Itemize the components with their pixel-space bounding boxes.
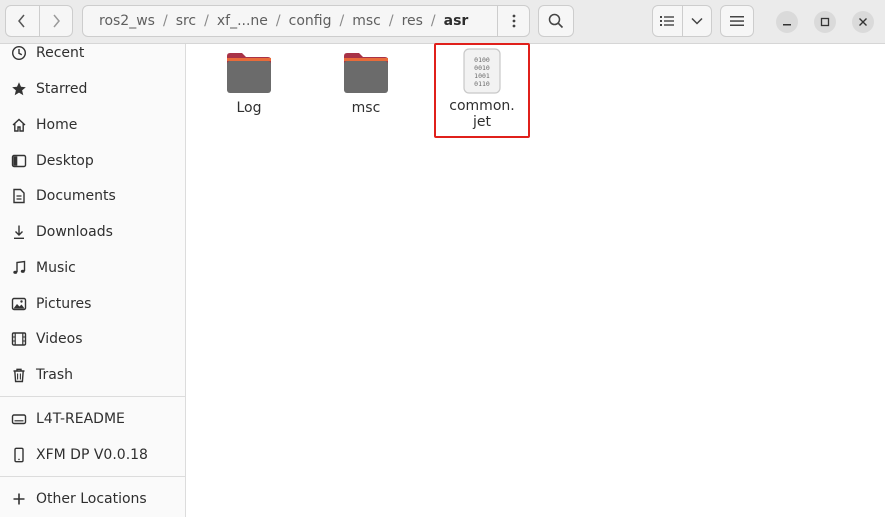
folder-icon bbox=[224, 50, 274, 96]
maximize-icon bbox=[820, 17, 830, 27]
view-options bbox=[652, 5, 712, 37]
chevron-right-icon bbox=[53, 14, 60, 28]
list-view-button[interactable] bbox=[653, 6, 682, 36]
file-item-common-jet[interactable]: 0100 0010 1001 0110 common. jet bbox=[436, 48, 528, 130]
folder-item-log[interactable]: Log bbox=[203, 50, 295, 116]
file-name: msc bbox=[351, 100, 381, 116]
search-button[interactable] bbox=[538, 5, 574, 37]
file-view: Log msc 0100 0010 1001 0110 common. jet bbox=[187, 43, 885, 517]
sidebar-item-label: Recent bbox=[36, 45, 85, 61]
sidebar-item-pictures[interactable]: Pictures bbox=[0, 287, 186, 321]
star-icon bbox=[10, 80, 28, 98]
sidebar-item-desktop[interactable]: Desktop bbox=[0, 144, 186, 178]
clock-icon bbox=[10, 44, 28, 62]
list-view-icon bbox=[660, 16, 675, 26]
back-button[interactable] bbox=[6, 6, 39, 36]
folder-icon bbox=[341, 50, 391, 96]
music-icon bbox=[10, 259, 28, 277]
maximize-button[interactable] bbox=[814, 11, 836, 33]
sidebar-item-documents[interactable]: Documents bbox=[0, 179, 186, 213]
sidebar-item-label: Desktop bbox=[36, 153, 94, 169]
binary-glyph-line: 0010 bbox=[474, 64, 490, 72]
sidebar-item-label: Videos bbox=[36, 331, 83, 347]
file-name: Log bbox=[236, 100, 262, 116]
sidebar-item-label: Music bbox=[36, 260, 76, 276]
sidebar-item-label: Starred bbox=[36, 81, 88, 97]
file-name: common. jet bbox=[449, 98, 515, 130]
trash-icon bbox=[10, 366, 28, 384]
sidebar-divider bbox=[0, 396, 186, 397]
sidebar-item-trash[interactable]: Trash bbox=[0, 358, 186, 392]
close-icon bbox=[859, 18, 867, 26]
path-bar: ros2_ws / src / xf_...ne / config / msc … bbox=[82, 5, 530, 37]
chevron-left-icon bbox=[18, 14, 25, 28]
path-crumb[interactable]: src bbox=[168, 13, 204, 29]
sidebar-item-label: Other Locations bbox=[36, 491, 147, 507]
drive-icon bbox=[10, 410, 28, 428]
path-crumb[interactable]: xf_...ne bbox=[209, 13, 276, 29]
forward-button[interactable] bbox=[38, 6, 73, 36]
sidebar-item-home[interactable]: Home bbox=[0, 108, 186, 142]
sidebar-item-label: Pictures bbox=[36, 296, 92, 312]
hamburger-menu-icon bbox=[730, 16, 744, 26]
binary-glyph-line: 0100 bbox=[474, 56, 490, 64]
sidebar-item-videos[interactable]: Videos bbox=[0, 322, 186, 356]
download-icon bbox=[10, 223, 28, 241]
desktop-icon bbox=[10, 152, 28, 170]
minimize-button[interactable] bbox=[776, 11, 798, 33]
navigation-buttons bbox=[5, 5, 73, 37]
sidebar-item-other-locations[interactable]: Other Locations bbox=[0, 482, 186, 516]
sidebar-item-starred[interactable]: Starred bbox=[0, 72, 186, 106]
minimize-icon bbox=[783, 24, 791, 26]
main-menu-button[interactable] bbox=[720, 5, 754, 37]
path-crumb-current[interactable]: asr bbox=[436, 13, 477, 29]
path-crumb[interactable]: ros2_ws bbox=[83, 13, 163, 29]
home-icon bbox=[10, 116, 28, 134]
sidebar-item-recent[interactable]: Recent bbox=[0, 36, 186, 70]
sidebar-item-music[interactable]: Music bbox=[0, 251, 186, 285]
sidebar-item-l4t-readme[interactable]: L4T-README bbox=[0, 402, 186, 436]
sidebar-item-label: Documents bbox=[36, 188, 116, 204]
sidebar-item-downloads[interactable]: Downloads bbox=[0, 215, 186, 249]
phone-icon bbox=[10, 446, 28, 464]
sidebar: Recent Starred Home Desktop Documents Do… bbox=[0, 44, 186, 517]
path-crumb[interactable]: config bbox=[281, 13, 340, 29]
sidebar-item-label: Trash bbox=[36, 367, 73, 383]
sidebar-divider bbox=[0, 476, 186, 477]
path-crumb[interactable]: msc bbox=[344, 13, 389, 29]
kebab-menu-icon bbox=[512, 14, 515, 28]
sidebar-item-label: Home bbox=[36, 117, 78, 133]
search-icon bbox=[548, 13, 564, 29]
sidebar-item-label: L4T-README bbox=[36, 411, 125, 427]
path-menu-button[interactable] bbox=[497, 6, 529, 36]
view-dropdown-button[interactable] bbox=[681, 6, 712, 36]
plus-icon bbox=[10, 490, 28, 508]
binary-glyph-line: 1001 bbox=[474, 72, 490, 80]
binary-glyph-line: 0110 bbox=[474, 80, 490, 88]
sidebar-item-xfm-dp[interactable]: XFM DP V0.0.18 bbox=[0, 438, 186, 472]
videos-icon bbox=[10, 330, 28, 348]
sidebar-item-label: Downloads bbox=[36, 224, 113, 240]
chevron-down-icon bbox=[691, 17, 703, 25]
path-crumb[interactable]: res bbox=[394, 13, 431, 29]
folder-item-msc[interactable]: msc bbox=[320, 50, 412, 116]
documents-icon bbox=[10, 187, 28, 205]
pictures-icon bbox=[10, 295, 28, 313]
binary-file-icon: 0100 0010 1001 0110 bbox=[457, 48, 507, 94]
close-button[interactable] bbox=[852, 11, 874, 33]
sidebar-item-label: XFM DP V0.0.18 bbox=[36, 447, 148, 463]
